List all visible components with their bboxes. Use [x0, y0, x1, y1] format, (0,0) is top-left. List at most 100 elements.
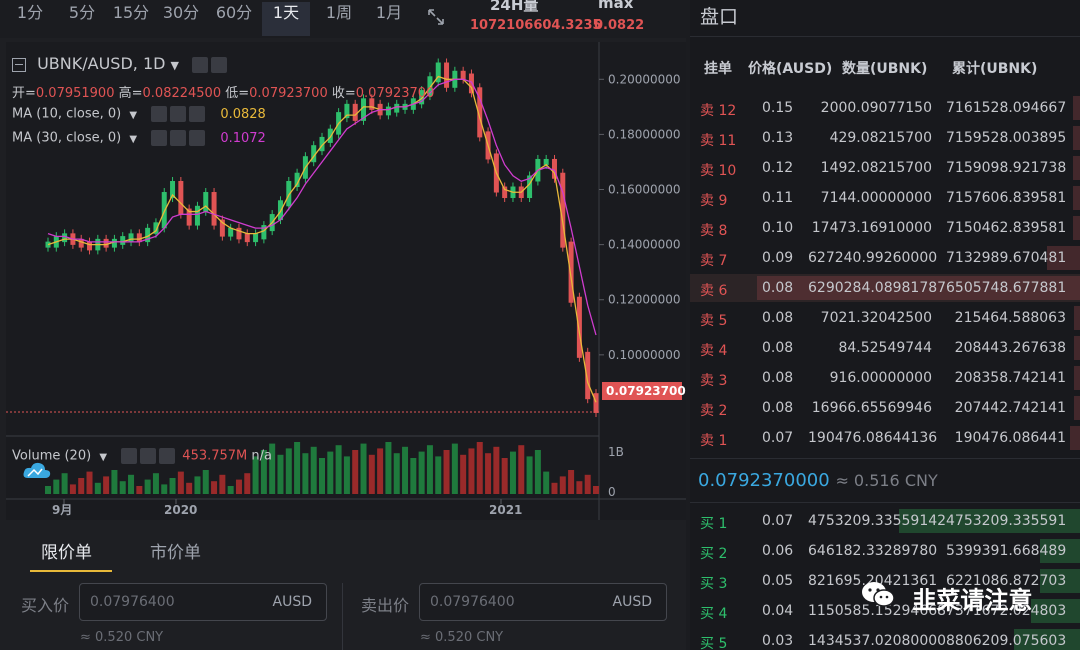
eye-icon[interactable] — [151, 130, 168, 146]
order-amount: 4753209.33559142 — [808, 513, 947, 529]
tab-limit-order[interactable]: 限价单 — [41, 538, 92, 563]
order-total: 215464.588063 — [954, 310, 1066, 326]
candle-body — [103, 238, 109, 248]
depth-bar — [1074, 396, 1080, 420]
y-tick-label: 0.12000000 — [608, 293, 681, 307]
volume-bar — [543, 471, 550, 494]
col-side: 挂单 — [704, 61, 732, 77]
timeframe-3[interactable]: 30分 — [158, 2, 204, 36]
gear-icon[interactable] — [170, 106, 187, 122]
sell-row[interactable]: 卖 6 0.08 6290284.08981787 6505748.677881 — [690, 274, 1080, 302]
volume-bar — [476, 442, 483, 494]
volume-bar — [177, 471, 184, 494]
eye-icon[interactable] — [121, 448, 138, 464]
sell-row[interactable]: 卖 5 0.08 7021.32042500 215464.588063 — [690, 304, 1080, 332]
volume-bar — [45, 486, 51, 494]
stat-volume-label: 24H量 — [490, 0, 539, 14]
chevron-down-icon[interactable]: ▼ — [99, 452, 107, 463]
timeframe-0[interactable]: 1分 — [8, 2, 52, 36]
order-label: 卖 2 — [700, 403, 728, 419]
volume-bar — [277, 454, 284, 494]
col-total: 累计(UBNK) — [952, 61, 1038, 77]
volume-bar — [377, 448, 384, 494]
y-tick-label: 0.20000000 — [608, 72, 681, 86]
volume-bar — [460, 454, 467, 494]
volume-bar — [568, 470, 575, 494]
sell-row[interactable]: 卖 10 0.12 1492.08215700 7159098.921738 — [690, 154, 1080, 182]
volume-bar — [78, 478, 85, 494]
timeframe-2[interactable]: 15分 — [108, 2, 154, 36]
watermark-text: 韭菜请注意 — [912, 586, 1033, 615]
timeframe-6[interactable]: 1周 — [316, 2, 362, 36]
candle-body — [244, 233, 250, 243]
orderbook-divider — [690, 36, 1080, 37]
order-price: 0.10 — [762, 220, 794, 236]
close-icon[interactable] — [189, 130, 206, 146]
last-price: 0.0792370000 ≈ 0.516 CNY — [698, 470, 938, 491]
volume-bar — [393, 453, 400, 494]
sell-row[interactable]: 卖 9 0.11 7144.00000000 7157606.839581 — [690, 184, 1080, 212]
candle-body — [460, 70, 466, 80]
x-tick-label: 2021 — [489, 503, 522, 517]
stat-max-label: max — [598, 0, 634, 12]
eye-icon[interactable] — [192, 56, 209, 73]
sell-row[interactable]: 卖 11 0.13 429.08215700 7159528.003895 — [690, 124, 1080, 152]
volume-bar — [119, 481, 126, 494]
order-price: 0.12 — [762, 160, 794, 176]
timeframe-5[interactable]: 1天 — [262, 2, 310, 36]
depth-bar — [1074, 336, 1080, 360]
timeframe-7[interactable]: 1月 — [368, 2, 410, 36]
gear-icon[interactable] — [211, 56, 228, 73]
eye-icon[interactable] — [151, 106, 168, 122]
low-value: 0.07923700 — [249, 86, 328, 101]
col-amount: 数量(UBNK) — [842, 61, 928, 77]
order-total: 7150462.839581 — [946, 220, 1067, 236]
buy-row[interactable]: 买 5 0.03 1434537.02080000 8806209.075603 — [690, 627, 1080, 650]
chart-panel: 1分 5分 15分 30分 60分 1天 1周 1月 24H量 1072106604.3235… — [0, 0, 686, 650]
volume-bar — [211, 481, 218, 494]
order-label: 买 5 — [700, 636, 728, 650]
order-label: 卖 5 — [700, 313, 728, 329]
order-price: 0.08 — [762, 400, 794, 416]
order-amount: 1434537.02080000 — [808, 633, 947, 649]
volume-bar — [285, 448, 292, 494]
timeframe-4[interactable]: 60分 — [210, 2, 258, 36]
sell-row[interactable]: 卖 8 0.10 17473.16910000 7150462.839581 — [690, 214, 1080, 242]
tab-market-order[interactable]: 市价单 — [150, 538, 201, 563]
chevron-down-icon[interactable]: ▼ — [129, 134, 137, 145]
candle-body — [178, 181, 184, 215]
sell-row[interactable]: 卖 7 0.09 627240.99260000 7132989.670481 — [690, 244, 1080, 272]
y-tick-label: 0.18000000 — [608, 127, 681, 141]
gear-icon[interactable] — [170, 130, 187, 146]
sell-row[interactable]: 卖 12 0.15 2000.09077150 7161528.094667 — [690, 94, 1080, 122]
timeframe-1[interactable]: 5分 — [60, 2, 104, 36]
volume-bar — [227, 486, 234, 494]
fullscreen-icon[interactable] — [427, 8, 445, 26]
chevron-down-icon[interactable]: ▼ — [129, 110, 137, 121]
buy-row[interactable]: 买 1 0.07 4753209.33559142 4753209.335591 — [690, 507, 1080, 535]
candle-body — [120, 236, 126, 245]
volume-bar — [551, 482, 558, 494]
symbol-label[interactable]: UBNK/AUSD, 1D — [37, 54, 165, 73]
close-icon[interactable] — [189, 106, 206, 122]
depth-bar — [1073, 126, 1080, 150]
sell-row[interactable]: 卖 1 0.07 190476.08644136 190476.086441 — [690, 424, 1080, 452]
price-chart[interactable]: 0.20000000 0.18000000 0.16000000 0.14000000… — [6, 42, 686, 520]
order-label: 卖 7 — [700, 253, 728, 269]
buy-row[interactable]: 买 2 0.06 646182.33289780 5399391.668489 — [690, 537, 1080, 565]
chevron-down-icon[interactable]: ▼ — [171, 59, 179, 72]
collapse-icon[interactable] — [12, 57, 26, 72]
gear-icon[interactable] — [140, 448, 157, 464]
close-icon[interactable] — [159, 448, 176, 464]
buy-price-input[interactable]: 0.07976400 AUSD — [79, 583, 327, 621]
sell-row[interactable]: 卖 4 0.08 84.52549744 208443.267638 — [690, 334, 1080, 362]
candle-body — [394, 103, 400, 113]
sell-price-input[interactable]: 0.07976400 AUSD — [419, 583, 667, 621]
candle-body — [236, 227, 242, 240]
order-total: 207442.742141 — [954, 400, 1066, 416]
sell-row[interactable]: 卖 3 0.08 916.00000000 208358.742141 — [690, 364, 1080, 392]
order-label: 买 2 — [700, 546, 728, 562]
sell-row[interactable]: 卖 2 0.08 16966.65569946 207442.742141 — [690, 394, 1080, 422]
order-amount: 1492.08215700 — [820, 160, 932, 176]
col-price: 价格(AUSD) — [748, 61, 833, 77]
